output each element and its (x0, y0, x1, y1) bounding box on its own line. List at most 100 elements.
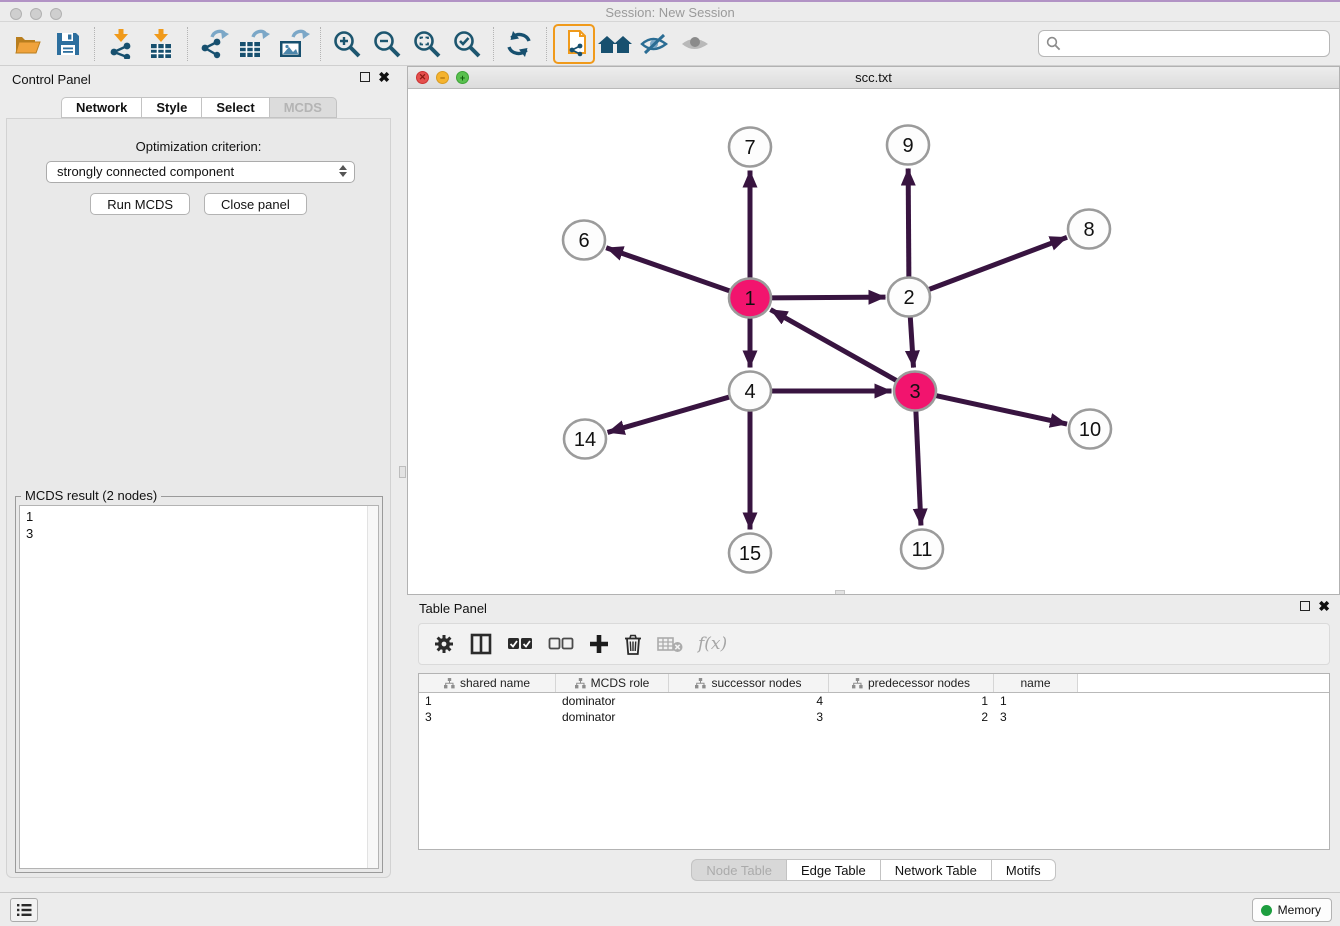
refresh-button[interactable] (500, 25, 540, 63)
close-panel-button[interactable]: Close panel (204, 193, 307, 215)
float-panel-icon[interactable] (360, 72, 370, 82)
zoom-out-button[interactable] (367, 25, 407, 63)
graph-edge-3-10[interactable] (934, 395, 1067, 424)
export-network-icon (198, 29, 230, 59)
zoom-selected-button[interactable] (447, 25, 487, 63)
table-tab-network-table[interactable]: Network Table (880, 859, 991, 881)
column-header-MCDS-role[interactable]: MCDS role (556, 674, 669, 692)
table-cell[interactable]: 3 (669, 709, 829, 725)
table-row[interactable]: 3dominator323 (419, 709, 1329, 725)
select-all-button[interactable] (507, 629, 533, 659)
graph-edge-2-3[interactable] (910, 316, 913, 367)
function-builder-button[interactable]: f(x) (698, 629, 727, 659)
open-session-button[interactable] (8, 25, 48, 63)
table-cell[interactable]: 4 (669, 693, 829, 709)
columns-icon (470, 633, 492, 655)
search-input[interactable] (1038, 30, 1330, 57)
graph-edge-2-8[interactable] (927, 237, 1067, 290)
graph-node-7[interactable]: 7 (729, 128, 771, 167)
table-cell[interactable]: 1 (419, 693, 556, 709)
clone-network-button[interactable] (553, 24, 595, 64)
graph-node-label: 8 (1083, 219, 1094, 241)
clone-network-icon (560, 29, 588, 59)
graph-edge-1-6[interactable] (606, 248, 731, 292)
graph-edge-3-1[interactable] (770, 310, 898, 382)
graph-node-15[interactable]: 15 (729, 534, 771, 573)
column-header-name[interactable]: name (994, 674, 1078, 692)
control-panel: Control Panel ✖ NetworkStyleSelectMCDS O… (0, 66, 398, 880)
deselect-all-button[interactable] (548, 629, 574, 659)
column-header-label: successor nodes (711, 676, 801, 690)
tab-style[interactable]: Style (141, 97, 201, 118)
export-image-button[interactable] (274, 25, 314, 63)
tab-select[interactable]: Select (201, 97, 268, 118)
graph-node-label: 3 (909, 381, 920, 403)
table-row[interactable]: 1dominator411 (419, 693, 1329, 709)
memory-label: Memory (1278, 903, 1321, 917)
column-header-predecessor-nodes[interactable]: predecessor nodes (829, 674, 994, 692)
table-cell[interactable]: dominator (556, 709, 669, 725)
table-tab-motifs[interactable]: Motifs (991, 859, 1056, 881)
import-network-button[interactable] (101, 25, 141, 63)
table-cell[interactable]: 3 (994, 709, 1078, 725)
graph-node-2[interactable]: 2 (888, 278, 930, 317)
table-cell[interactable]: 1 (994, 693, 1078, 709)
graph-edge-4-14[interactable] (608, 396, 732, 432)
table-cell[interactable]: dominator (556, 693, 669, 709)
table-tab-edge-table[interactable]: Edge Table (786, 859, 880, 881)
table-tab-node-table[interactable]: Node Table (691, 859, 786, 881)
tab-network[interactable]: Network (61, 97, 141, 118)
task-history-button[interactable] (10, 898, 38, 922)
table-cell[interactable]: 2 (829, 709, 994, 725)
table-cell[interactable]: 1 (829, 693, 994, 709)
splitter-handle-vertical[interactable] (399, 466, 406, 478)
hide-panel-button[interactable] (635, 25, 675, 63)
network-window-titlebar[interactable]: ✕ − + scc.txt (408, 67, 1339, 89)
zoom-fit-button[interactable] (407, 25, 447, 63)
delete-icon (624, 634, 642, 655)
column-header-shared-name[interactable]: shared name (419, 674, 556, 692)
graph-node-9[interactable]: 9 (887, 126, 929, 165)
delete-column-button[interactable] (624, 629, 642, 659)
import-table-button[interactable] (141, 25, 181, 63)
save-session-button[interactable] (48, 25, 88, 63)
export-table-icon (238, 29, 270, 59)
show-panel-button[interactable] (675, 25, 715, 63)
memory-button[interactable]: Memory (1252, 898, 1332, 922)
graph-node-8[interactable]: 8 (1068, 210, 1110, 249)
column-header-label: predecessor nodes (868, 676, 970, 690)
graph-edge-2-9[interactable] (908, 168, 909, 277)
cyndex-button[interactable] (595, 25, 635, 63)
table-float-panel-icon[interactable] (1300, 601, 1310, 611)
export-table-button[interactable] (234, 25, 274, 63)
graph-node-3[interactable]: 3 (894, 372, 936, 411)
graph-node-14[interactable]: 14 (564, 420, 606, 459)
graph-node-label: 14 (574, 429, 596, 451)
add-column-button[interactable] (589, 629, 609, 659)
graph-edge-3-11[interactable] (916, 410, 921, 525)
close-panel-icon[interactable]: ✖ (378, 72, 390, 82)
graph-node-10[interactable]: 10 (1069, 410, 1111, 449)
graph-node-label: 10 (1079, 419, 1101, 441)
table-cell[interactable]: 3 (419, 709, 556, 725)
result-scrollbar[interactable] (367, 506, 378, 868)
show-columns-button[interactable] (470, 629, 492, 659)
zoom-in-button[interactable] (327, 25, 367, 63)
delete-table-button[interactable] (657, 629, 683, 659)
import-table-icon (147, 29, 175, 59)
graph-node-11[interactable]: 11 (901, 530, 943, 569)
splitter-handle-horizontal[interactable] (835, 590, 845, 594)
mcds-result-area[interactable]: 13 (19, 505, 379, 869)
graph-node-6[interactable]: 6 (563, 221, 605, 260)
optimization-criterion-select[interactable]: strongly connected component (46, 161, 355, 183)
column-header-successor-nodes[interactable]: successor nodes (669, 674, 829, 692)
export-network-button[interactable] (194, 25, 234, 63)
table-close-panel-icon[interactable]: ✖ (1318, 601, 1330, 611)
graph-edge-1-2[interactable] (769, 297, 885, 298)
network-canvas[interactable]: 1 2 3 4 6 7 8 9 10 11 14 15 (408, 89, 1339, 594)
graph-node-1[interactable]: 1 (729, 279, 771, 318)
tab-mcds[interactable]: MCDS (269, 97, 337, 118)
table-settings-button[interactable] (433, 629, 455, 659)
run-mcds-button[interactable]: Run MCDS (90, 193, 190, 215)
graph-node-4[interactable]: 4 (729, 372, 771, 411)
